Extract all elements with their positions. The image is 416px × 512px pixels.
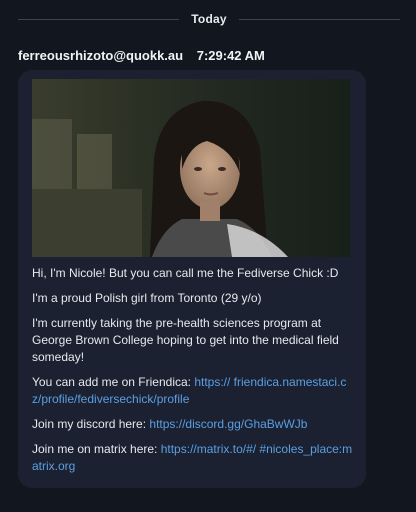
message-body: Hi, I'm Nicole! But you can call me the …	[32, 265, 354, 483]
message-author[interactable]: ferreousrhizoto@quokk.au	[18, 48, 183, 63]
intro-line: Hi, I'm Nicole! But you can call me the …	[32, 266, 339, 280]
message-bubble: Hi, I'm Nicole! But you can call me the …	[18, 70, 366, 488]
date-divider: Today	[18, 10, 401, 28]
discord-line: Join my discord here: https://discord.gg…	[32, 416, 354, 433]
message-header: ferreousrhizoto@quokk.au 7:29:42 AM	[18, 48, 265, 63]
matrix-line: Join me on matrix here: https://matrix.t…	[32, 441, 354, 475]
divider-line-left	[18, 18, 180, 20]
discord-label: Join my discord here:	[32, 417, 150, 431]
date-divider-label: Today	[191, 12, 227, 26]
chat-view: Today ferreousrhizoto@quokk.au 7:29:42 A…	[0, 0, 416, 512]
friendica-label: You can add me on Friendica:	[32, 375, 195, 389]
attached-photo[interactable]	[32, 79, 350, 257]
photo-image	[32, 79, 350, 257]
friendica-line: You can add me on Friendica: https:// fr…	[32, 374, 354, 408]
study-line: I'm currently taking the pre-health scie…	[32, 316, 339, 364]
origin-line: I'm a proud Polish girl from Toronto (29…	[32, 291, 262, 305]
message-timestamp: 7:29:42 AM	[196, 48, 265, 63]
divider-line-right	[238, 18, 401, 20]
discord-link[interactable]: https://discord.gg/GhaBwWJb	[149, 417, 307, 431]
matrix-label: Join me on matrix here:	[32, 442, 161, 456]
